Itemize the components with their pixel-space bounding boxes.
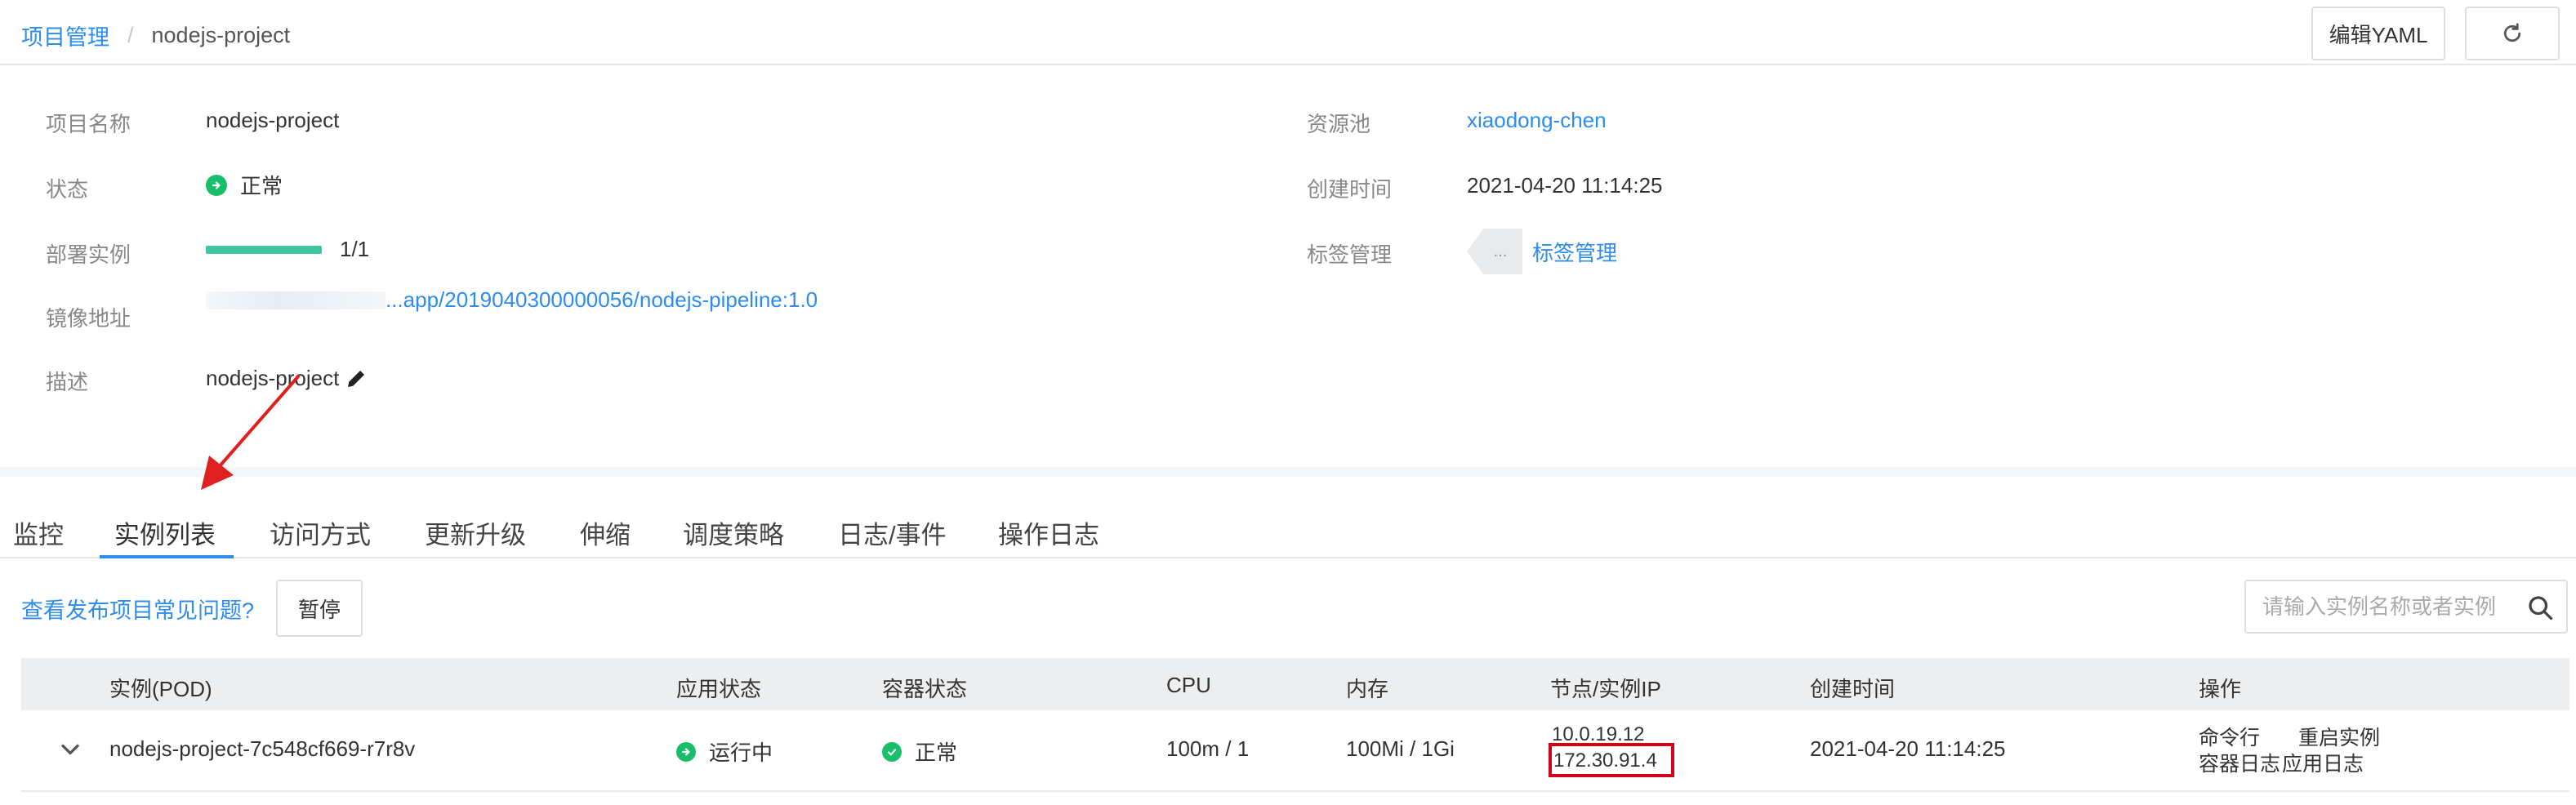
- tab-upgrade[interactable]: 更新升级: [425, 514, 526, 551]
- col-cpu: CPU: [1166, 673, 1211, 697]
- tab-access[interactable]: 访问方式: [270, 514, 371, 551]
- section-divider: [0, 467, 2576, 477]
- restart-instance-link[interactable]: 重启实例: [2298, 722, 2380, 751]
- pool-link[interactable]: xiaodong-chen: [1467, 108, 1607, 133]
- desc-text: nodejs-project: [206, 366, 340, 390]
- tags-label: 标签管理: [1307, 242, 1393, 267]
- created-cell: 2021-04-20 11:14:25: [1810, 736, 2006, 761]
- image-value-group: ...app/2019040300000056/nodejs-pipeline:…: [206, 287, 818, 313]
- tab-operation-log[interactable]: 操作日志: [998, 514, 1099, 551]
- status-value-group: 正常: [206, 170, 283, 200]
- col-node-ip: 节点/实例IP: [1550, 677, 1661, 701]
- memory-cell: 100Mi / 1Gi: [1346, 736, 1455, 761]
- name-value: nodejs-project: [206, 108, 340, 132]
- edit-yaml-button[interactable]: 编辑YAML: [2311, 7, 2445, 60]
- running-icon: [676, 741, 696, 762]
- check-circle-icon: [882, 741, 902, 762]
- table-header: 实例(POD) 应用状态 容器状态 CPU 内存 节点/实例IP 创建时间 操作: [21, 658, 2569, 710]
- tag-badge: ...: [1467, 229, 1522, 274]
- tab-instances[interactable]: 实例列表: [114, 514, 216, 551]
- desc-value-group: nodejs-project: [206, 366, 368, 391]
- name-label: 项目名称: [46, 112, 131, 136]
- instances-progress-bar: [206, 245, 322, 254]
- refresh-button[interactable]: [2465, 7, 2560, 60]
- container-log-link[interactable]: 容器日志: [2199, 748, 2280, 777]
- tab-scheduling[interactable]: 调度策略: [683, 514, 784, 551]
- pause-button[interactable]: 暂停: [276, 580, 363, 637]
- container-status-cell: 正常: [882, 736, 957, 767]
- pool-label: 资源池: [1307, 112, 1371, 136]
- search-icon[interactable]: [2525, 593, 2555, 622]
- instances-value-group: 1/1: [206, 237, 369, 262]
- edit-pencil-icon[interactable]: [344, 367, 368, 391]
- ip-highlight-box: [1549, 743, 1674, 777]
- active-tab-indicator: [100, 555, 234, 558]
- col-container-status: 容器状态: [882, 677, 968, 701]
- tab-bar: 监控 实例列表 访问方式 更新升级 伸缩 调度策略 日志/事件 操作日志: [0, 477, 2576, 558]
- created-value: 2021-04-20 11:14:25: [1467, 173, 1663, 198]
- container-status-text: 正常: [915, 741, 958, 765]
- col-pod: 实例(POD): [109, 677, 212, 701]
- refresh-icon: [2503, 23, 2521, 42]
- chevron-down-icon[interactable]: [56, 735, 85, 764]
- instances-count: 1/1: [340, 237, 370, 261]
- pod-name-link[interactable]: nodejs-project-7c548cf669-r7r8v: [109, 736, 415, 762]
- col-created: 创建时间: [1810, 677, 1896, 701]
- search-input[interactable]: [2262, 594, 2524, 620]
- image-url-link[interactable]: ...app/2019040300000056/nodejs-pipeline:…: [386, 287, 818, 313]
- status-text: 正常: [240, 174, 283, 198]
- tags-value-group: ... 标签管理: [1467, 229, 1617, 274]
- instances-label: 部署实例: [46, 242, 131, 267]
- col-actions: 操作: [2199, 677, 2242, 701]
- tags-manage-link[interactable]: 标签管理: [1532, 237, 1617, 267]
- created-label: 创建时间: [1307, 177, 1393, 202]
- desc-label: 描述: [46, 370, 89, 394]
- shell-link[interactable]: 命令行: [2199, 722, 2260, 751]
- app-status-text: 运行中: [709, 741, 773, 765]
- tab-logs-events[interactable]: 日志/事件: [838, 514, 947, 551]
- image-label: 镜像地址: [46, 306, 131, 331]
- cpu-cell: 100m / 1: [1166, 736, 1250, 761]
- breadcrumb-current: nodejs-project: [151, 23, 291, 47]
- instance-search: [2244, 580, 2568, 634]
- col-app-status: 应用状态: [676, 677, 762, 701]
- table-row: nodejs-project-7c548cf669-r7r8v 运行中 正常 1…: [21, 710, 2569, 792]
- instances-progress-fill: [206, 245, 322, 254]
- col-memory: 内存: [1346, 677, 1389, 701]
- breadcrumb-root-link[interactable]: 项目管理: [21, 20, 109, 51]
- breadcrumb: 项目管理 / nodejs-project: [21, 20, 290, 51]
- status-ok-icon: [206, 174, 227, 196]
- status-label: 状态: [46, 177, 89, 202]
- faq-link[interactable]: 查看发布项目常见问题?: [21, 593, 254, 625]
- tab-monitor[interactable]: 监控: [13, 514, 64, 551]
- app-status-cell: 运行中: [676, 736, 773, 767]
- breadcrumb-separator: /: [127, 23, 134, 47]
- tab-scaling[interactable]: 伸缩: [580, 514, 631, 551]
- app-log-link[interactable]: 应用日志: [2282, 748, 2364, 777]
- redacted-mask: [206, 291, 386, 309]
- page-header: 项目管理 / nodejs-project 编辑YAML: [0, 0, 2576, 65]
